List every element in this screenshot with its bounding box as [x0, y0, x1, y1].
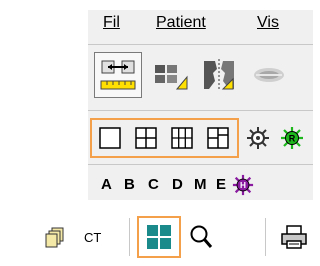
- grid-layout-icon: [147, 225, 171, 249]
- image-stack-icon: [155, 65, 188, 90]
- printer-icon: [281, 225, 307, 249]
- documents-button[interactable]: [40, 222, 70, 252]
- bottom-toolbar-separator-2: [265, 218, 266, 256]
- menu-vis[interactable]: Vis: [257, 14, 279, 32]
- star-purple-icon: H: [232, 174, 254, 196]
- grid-view-button[interactable]: [142, 221, 176, 253]
- star-green-icon: R: [281, 127, 303, 149]
- xray-view-button[interactable]: [248, 54, 290, 96]
- letter-e-button[interactable]: E: [216, 176, 226, 193]
- menu-separator: [88, 44, 313, 45]
- star-purple-button[interactable]: H: [230, 172, 256, 198]
- menu-patient[interactable]: Patient: [156, 14, 206, 32]
- xray-image-icon: [254, 68, 284, 82]
- toolbar-separator-1: [88, 110, 313, 111]
- grid-2x2-icon: [135, 127, 157, 149]
- document-stack-icon: [45, 227, 64, 248]
- magnifier-icon: [190, 225, 213, 248]
- letter-b-button[interactable]: B: [124, 176, 135, 193]
- zoom-button[interactable]: [186, 221, 216, 253]
- grid-custom-icon: [207, 127, 229, 149]
- mirror-faces-icon: [204, 59, 234, 91]
- bottom-toolbar-separator-1: [129, 218, 130, 256]
- measure-tool-button[interactable]: [94, 52, 142, 98]
- grid-3x3-icon: [171, 127, 193, 149]
- layout-single-button[interactable]: [94, 122, 126, 154]
- svg-text:H: H: [240, 181, 246, 190]
- print-button[interactable]: [278, 221, 310, 253]
- svg-text:R: R: [289, 134, 296, 144]
- letter-a-button[interactable]: A: [101, 176, 112, 193]
- star-bw-button[interactable]: [244, 124, 272, 152]
- layout-2x2-button[interactable]: [130, 122, 162, 154]
- letter-m-button[interactable]: M: [194, 176, 207, 193]
- single-frame-icon: [99, 127, 121, 149]
- toolbar-separator-2: [88, 164, 313, 165]
- menu-fil[interactable]: Fil: [103, 14, 120, 32]
- ruler-measure-icon: [100, 60, 136, 90]
- toolbar-panel: [88, 10, 313, 200]
- layout-3x3-button[interactable]: [166, 122, 198, 154]
- star-gray-icon: [247, 127, 269, 149]
- images-arrange-button[interactable]: [150, 54, 192, 96]
- ct-button[interactable]: CT: [84, 230, 101, 245]
- letter-d-button[interactable]: D: [172, 176, 183, 193]
- layout-custom-button[interactable]: [202, 122, 234, 154]
- star-green-button[interactable]: R: [278, 124, 306, 152]
- mirror-tool-button[interactable]: [198, 54, 240, 96]
- letter-c-button[interactable]: C: [148, 176, 159, 193]
